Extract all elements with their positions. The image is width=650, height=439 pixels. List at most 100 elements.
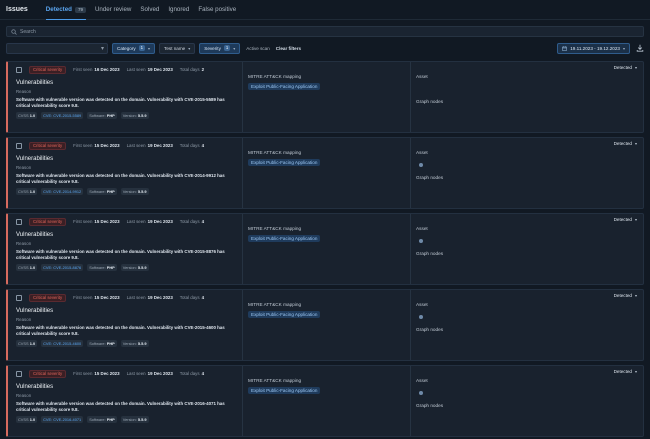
asset-node-icon[interactable] <box>419 391 423 395</box>
version-tag: Version: 5.5.9 <box>120 416 149 423</box>
issue-summary: Critical severity First seen 15 Dec 2023… <box>8 366 243 436</box>
chevron-down-icon: ▾ <box>100 45 104 52</box>
last-seen-value: 19 Dec 2023 <box>147 371 173 376</box>
issue-checkbox[interactable] <box>16 370 22 377</box>
chevron-down-icon: ▾ <box>188 45 191 51</box>
cvss-value: 1.0 <box>29 265 36 270</box>
status-value: Detected <box>613 217 632 222</box>
software-tag: Software: PHP <box>87 416 117 423</box>
status-dropdown[interactable]: Detected ▾ <box>614 65 637 70</box>
software-label: Software <box>89 265 105 270</box>
total-days-label: Total days <box>179 143 200 148</box>
asset-node-icon[interactable] <box>419 315 423 319</box>
status-tabs: Detected 79 Under review Solved Ignored … <box>45 0 245 20</box>
download-icon[interactable] <box>636 44 644 52</box>
issue-title[interactable]: Vulnerabilities <box>16 80 236 86</box>
asset-section: Asset Graph nodes Detected ▾ <box>411 290 643 360</box>
issue-card[interactable]: Critical severity First seen 15 Dec 2023… <box>6 137 644 209</box>
cve-tag[interactable]: CVE: CVE-2014-9912 <box>41 188 84 195</box>
issue-checkbox[interactable] <box>16 66 22 73</box>
search-input[interactable] <box>20 28 639 35</box>
status-dropdown[interactable]: Detected ▾ <box>614 293 637 298</box>
issue-checkbox[interactable] <box>16 294 22 301</box>
date-range-picker[interactable]: 19.11.2023 - 19.12.2023 ▾ <box>557 42 630 54</box>
total-days-label: Total days <box>179 219 200 224</box>
asset-node-icon[interactable] <box>419 163 423 167</box>
issue-tags: CVSS 1.0 CVE: CVE-2015-5589 Software: PH… <box>16 112 236 119</box>
chevron-down-icon: ▾ <box>622 45 625 51</box>
last-seen-label: Last seen <box>126 371 146 376</box>
issue-card[interactable]: Critical severity First seen 15 Dec 2023… <box>6 213 644 285</box>
severity-filter-label: Severity <box>204 45 221 51</box>
version-label: Version <box>122 189 136 194</box>
mitre-technique-chip[interactable]: Exploit Public-Facing Application <box>248 311 321 318</box>
status-dropdown[interactable]: Detected ▾ <box>614 141 637 146</box>
first-seen-label: First seen <box>73 67 93 72</box>
search-box <box>6 26 644 37</box>
search-row <box>0 20 650 37</box>
severity-badge: Critical severity <box>29 141 67 150</box>
mitre-technique-chip[interactable]: Exploit Public-Facing Application <box>248 235 321 242</box>
issue-checkbox[interactable] <box>16 142 22 149</box>
test-name-filter[interactable]: Test name ▾ <box>159 42 196 54</box>
issue-title[interactable]: Vulnerabilities <box>16 384 236 390</box>
mitre-section: MITRE ATT&CK mapping Exploit Public-Faci… <box>243 138 411 208</box>
tab-solved[interactable]: Solved <box>140 0 159 19</box>
asset-select[interactable]: ▾ <box>6 42 108 54</box>
issue-title[interactable]: Vulnerabilities <box>16 308 236 314</box>
issue-card[interactable]: Critical severity First seen 16 Dec 2023… <box>6 61 644 133</box>
tab-ignored[interactable]: Ignored <box>168 0 189 19</box>
tab-under-review[interactable]: Under review <box>95 0 131 19</box>
last-seen-label: Last seen <box>126 219 146 224</box>
last-seen-label: Last seen <box>126 67 146 72</box>
software-label: Software <box>89 189 105 194</box>
cve-value: CVE-2016-4071 <box>53 417 82 422</box>
mitre-technique-chip[interactable]: Exploit Public-Facing Application <box>248 387 321 394</box>
cve-tag[interactable]: CVE: CVE-2015-4600 <box>41 340 84 347</box>
graph-nodes-label: Graph nodes <box>416 327 444 332</box>
total-days-label: Total days <box>179 295 200 300</box>
severity-badge: Critical severity <box>29 65 67 74</box>
software-tag: Software: PHP <box>87 188 117 195</box>
reason-label: Reason <box>16 393 32 398</box>
issue-description: Software with vulnerable version was det… <box>16 173 225 184</box>
software-value: PHP <box>106 417 115 422</box>
cve-value: CVE-2014-9912 <box>53 189 82 194</box>
active-scan-toggle[interactable]: Active scan <box>246 46 270 51</box>
clear-filters-button[interactable]: Clear filters <box>276 46 301 51</box>
issue-title[interactable]: Vulnerabilities <box>16 156 236 162</box>
version-value: 5.5.9 <box>137 417 147 422</box>
issue-tags: CVSS 1.0 CVE: CVE-2015-4600 Software: PH… <box>16 340 236 347</box>
version-value: 5.5.9 <box>137 265 147 270</box>
cvss-value: 1.0 <box>29 341 36 346</box>
issue-card[interactable]: Critical severity First seen 15 Dec 2023… <box>6 365 644 437</box>
issue-title[interactable]: Vulnerabilities <box>16 232 236 238</box>
cve-tag[interactable]: CVE: CVE-2016-4071 <box>41 416 84 423</box>
reason-label: Reason <box>16 165 32 170</box>
cve-tag[interactable]: CVE: CVE-2015-8876 <box>41 264 84 271</box>
asset-label: Asset <box>416 74 428 79</box>
asset-section: Asset Graph nodes Detected ▾ <box>411 214 643 284</box>
last-seen-label: Last seen <box>126 295 146 300</box>
mitre-section: MITRE ATT&CK mapping Exploit Public-Faci… <box>243 214 411 284</box>
cvss-tag: CVSS 1.0 <box>16 112 38 119</box>
version-label: Version <box>122 417 136 422</box>
issue-card[interactable]: Critical severity First seen 15 Dec 2023… <box>6 289 644 361</box>
mitre-technique-chip[interactable]: Exploit Public-Facing Application <box>248 159 321 166</box>
tab-detected[interactable]: Detected 79 <box>45 0 87 20</box>
tab-false-positive[interactable]: False positive <box>198 0 236 19</box>
status-dropdown[interactable]: Detected ▾ <box>614 217 637 222</box>
graph-nodes-label: Graph nodes <box>416 403 444 408</box>
mitre-section: MITRE ATT&CK mapping Exploit Public-Faci… <box>243 366 411 436</box>
status-dropdown[interactable]: Detected ▾ <box>614 369 637 374</box>
cvss-tag: CVSS 1.0 <box>16 188 38 195</box>
version-tag: Version: 5.5.9 <box>120 112 149 119</box>
cve-tag[interactable]: CVE: CVE-2015-5589 <box>41 112 84 119</box>
category-filter[interactable]: Category 1 ▾ <box>112 42 156 54</box>
mitre-technique-chip[interactable]: Exploit Public-Facing Application <box>248 83 321 90</box>
graph-nodes-label: Graph nodes <box>416 251 444 256</box>
software-tag: Software: PHP <box>87 264 117 271</box>
asset-node-icon[interactable] <box>419 239 423 243</box>
issue-checkbox[interactable] <box>16 218 22 225</box>
severity-filter[interactable]: Severity 1 ▾ <box>199 42 241 54</box>
